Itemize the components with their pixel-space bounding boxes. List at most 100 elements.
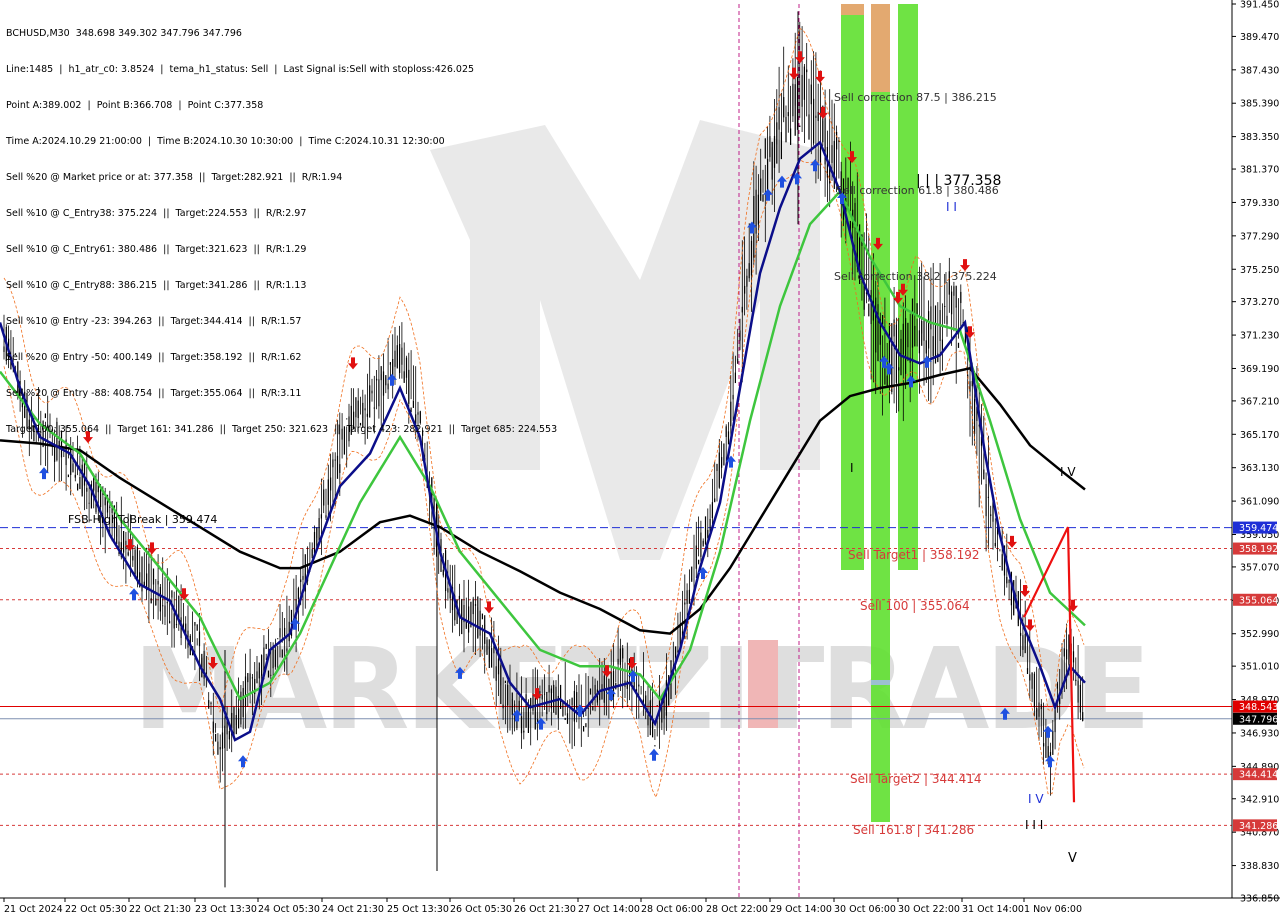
candle-body	[479, 610, 481, 636]
candle-body	[1075, 679, 1077, 682]
y-tick-label: 379.330	[1240, 198, 1279, 209]
candle-body	[983, 469, 985, 480]
candle-body	[785, 116, 787, 143]
candle-body	[898, 367, 900, 371]
candle-body	[442, 569, 444, 576]
candle-body	[721, 457, 723, 468]
candle-body	[718, 452, 720, 488]
x-tick-label: 26 Oct 21:30	[514, 904, 576, 915]
candle-body	[300, 579, 302, 583]
candle-body	[166, 602, 168, 604]
x-tick-label: 28 Oct 22:00	[706, 904, 768, 915]
candle-body	[251, 677, 253, 679]
candle-body	[74, 474, 76, 478]
candle-body	[916, 303, 918, 316]
signal-zone-band	[871, 4, 890, 92]
candle-body	[914, 325, 916, 347]
candle-body	[155, 598, 157, 606]
candle-body	[1079, 684, 1081, 713]
candle-body	[1054, 706, 1056, 733]
price-tag-label: 359.474	[1239, 523, 1278, 534]
info-line: Time A:2024.10.29 21:00:00 | Time B:2024…	[6, 136, 445, 147]
candle-body	[297, 588, 299, 599]
candle-body	[1008, 579, 1010, 583]
chart-annotation: Sell correction 38.2 | 375.224	[834, 270, 997, 283]
candle-body	[468, 606, 470, 633]
chart-annotation: I V	[1028, 792, 1044, 806]
candle-body	[654, 745, 656, 747]
candle-body	[150, 598, 152, 604]
candle-body	[1052, 730, 1054, 755]
candle-body	[737, 358, 739, 364]
info-line: Sell %20 @ Entry -50: 400.149 || Target:…	[6, 352, 302, 363]
candle-body	[744, 285, 746, 294]
y-tick-label: 383.350	[1240, 132, 1279, 143]
candle-body	[502, 704, 504, 709]
candle-body	[1077, 680, 1079, 703]
candle-body	[585, 723, 587, 728]
x-tick-label: 24 Oct 05:30	[258, 904, 320, 915]
x-tick-label: 29 Oct 14:00	[770, 904, 832, 915]
indicator-info-panel: BCHUSD,M30 348.698 349.302 347.796 347.7…	[6, 4, 557, 448]
candle-body	[757, 194, 759, 225]
candle-body	[270, 674, 272, 676]
y-tick-label: 361.090	[1240, 497, 1279, 508]
chart-annotation: I I I	[1025, 818, 1043, 832]
chart-annotation: Sell Target1 | 358.192	[848, 548, 980, 562]
candle-body	[1001, 554, 1003, 571]
candle-body	[159, 586, 161, 612]
candle-body	[504, 680, 506, 684]
candle-body	[205, 672, 207, 674]
x-tick-label: 31 Oct 14:00	[962, 904, 1024, 915]
candle-body	[875, 297, 877, 353]
candle-body	[447, 588, 449, 593]
candle-body	[86, 487, 88, 492]
x-tick-label: 30 Oct 22:00	[898, 904, 960, 915]
candle-body	[3, 346, 5, 352]
info-line: Sell %10 @ C_Entry88: 386.215 || Target:…	[6, 280, 307, 291]
candle-body	[946, 315, 948, 325]
candle-body	[732, 394, 734, 400]
candle-body	[969, 381, 971, 392]
candle-body	[132, 555, 134, 561]
candle-body	[210, 702, 212, 705]
info-line: Sell %20 @ Market price or at: 377.358 |…	[6, 172, 343, 183]
candle-body	[244, 676, 247, 707]
y-tick-label: 389.470	[1240, 32, 1279, 43]
x-tick-label: 25 Oct 13:30	[387, 904, 449, 915]
candle-body	[1082, 712, 1084, 721]
candle-body	[619, 648, 621, 665]
candle-body	[242, 688, 244, 718]
candle-body	[711, 502, 713, 519]
candle-body	[622, 648, 624, 659]
candle-body	[686, 590, 688, 605]
y-tick-label: 338.830	[1240, 861, 1279, 872]
info-line: Sell %10 @ C_Entry38: 375.224 || Target:…	[6, 208, 307, 219]
candle-body	[723, 443, 725, 466]
candle-body	[1031, 672, 1033, 689]
candle-body	[746, 275, 748, 287]
candle-body	[215, 733, 217, 742]
candle-body	[1043, 743, 1045, 747]
candle-body	[1066, 649, 1068, 660]
candle-body	[987, 496, 989, 498]
candle-body	[905, 318, 907, 374]
candle-body	[918, 330, 920, 354]
candle-body	[95, 479, 97, 513]
candle-body	[776, 122, 778, 164]
candle-body	[955, 285, 957, 308]
candle-body	[803, 66, 805, 100]
candle-body	[152, 568, 155, 585]
candle-body	[953, 286, 955, 296]
candle-body	[801, 74, 803, 107]
info-line: Sell %10 @ C_Entry61: 380.486 || Target:…	[6, 244, 307, 255]
candle-body	[553, 684, 555, 713]
candle-body	[971, 380, 973, 387]
candle-body	[497, 658, 500, 675]
candle-body	[330, 477, 332, 491]
candle-body	[238, 708, 240, 729]
candle-body	[72, 463, 74, 473]
candle-body	[327, 479, 329, 505]
candle-body	[201, 653, 203, 678]
y-tick-label: 363.130	[1240, 463, 1279, 474]
